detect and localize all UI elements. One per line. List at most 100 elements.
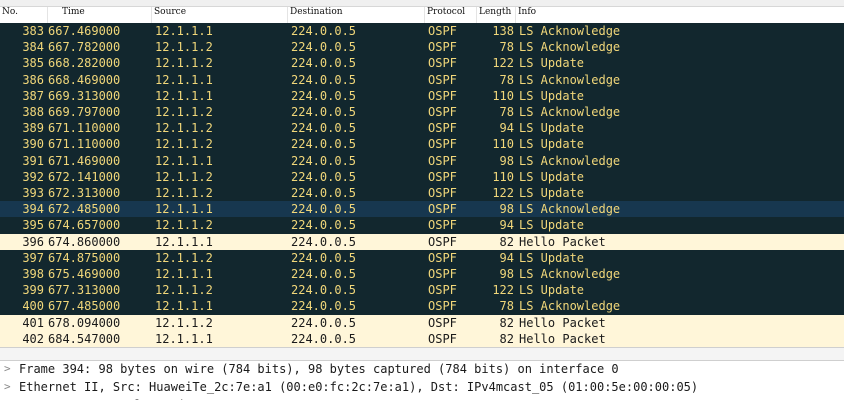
packet-no: 383 bbox=[22, 24, 44, 38]
packet-no: 394 bbox=[22, 202, 44, 217]
packet-protocol: OSPF bbox=[428, 218, 457, 233]
packet-info: LS Update bbox=[519, 88, 585, 103]
packet-length: 78 bbox=[499, 40, 514, 55]
packet-info: LS Acknowledge bbox=[519, 72, 621, 87]
packet-time: 677.485000 bbox=[48, 299, 121, 314]
packet-row[interactable]: 399 677.313000 12.1.1.2 224.0.0.5 OSPF 122 LS … bbox=[0, 282, 844, 299]
packet-protocol: OSPF bbox=[428, 137, 457, 152]
packet-time: 672.313000 bbox=[48, 186, 121, 200]
packet-protocol: OSPF bbox=[428, 283, 457, 298]
packet-row[interactable]: 400 677.485000 12.1.1.1 224.0.0.5 OSPF 78 LS A… bbox=[0, 298, 844, 315]
packet-source: 12.1.1.2 bbox=[155, 105, 213, 119]
packet-row[interactable]: 391 671.469000 12.1.1.1 224.0.0.5 OSPF 98 LS A… bbox=[0, 152, 844, 169]
packet-no: 385 bbox=[22, 56, 44, 71]
packet-protocol: OSPF bbox=[428, 105, 457, 119]
packet-row[interactable]: 396 674.860000 12.1.1.1 224.0.0.5 OSPF 82 Hell… bbox=[0, 233, 844, 250]
packet-source: 12.1.1.1 bbox=[155, 202, 213, 217]
packet-row[interactable]: 393 672.313000 12.1.1.2 224.0.0.5 OSPF 122 LS … bbox=[0, 185, 844, 202]
packet-time: 674.860000 bbox=[48, 234, 121, 249]
packet-time: 667.782000 bbox=[48, 40, 121, 55]
packet-info: LS Acknowledge bbox=[519, 153, 621, 168]
detail-tree-item[interactable]: > Ethernet II, Src: HuaweiTe_2c:7e:a1 (00… bbox=[0, 379, 844, 395]
packet-time: 668.282000 bbox=[48, 56, 121, 71]
packet-destination: 224.0.0.5 bbox=[291, 250, 357, 265]
packet-source: 12.1.1.1 bbox=[155, 331, 213, 346]
packet-row[interactable]: 395 674.657000 12.1.1.2 224.0.0.5 OSPF 94 LS U… bbox=[0, 217, 844, 234]
packet-source: 12.1.1.2 bbox=[155, 315, 213, 330]
packet-row[interactable]: 398 675.469000 12.1.1.1 224.0.0.5 OSPF 98 LS A… bbox=[0, 266, 844, 283]
detail-tree-item[interactable]: > Frame 394: 98 bytes on wire (784 bits),… bbox=[0, 361, 844, 377]
column-header-source[interactable]: Source bbox=[152, 7, 288, 23]
packet-info: LS Update bbox=[519, 218, 585, 233]
packet-row[interactable]: 386 668.469000 12.1.1.1 224.0.0.5 OSPF 78 LS A… bbox=[0, 71, 844, 88]
packet-info: Hello Packet bbox=[519, 331, 606, 346]
packet-destination: 224.0.0.5 bbox=[291, 218, 357, 233]
packet-length: 94 bbox=[499, 218, 514, 233]
packet-info: LS Update bbox=[519, 250, 585, 265]
packet-info: LS Update bbox=[519, 283, 585, 298]
filter-toolbar-strip bbox=[0, 0, 844, 7]
packet-row[interactable]: 388 669.797000 12.1.1.2 224.0.0.5 OSPF 78 LS A… bbox=[0, 104, 844, 121]
packet-row[interactable]: 392 672.141000 12.1.1.2 224.0.0.5 OSPF 110 LS … bbox=[0, 168, 844, 185]
packet-time: 669.797000 bbox=[48, 105, 121, 119]
packet-source: 12.1.1.1 bbox=[155, 153, 213, 168]
packet-destination: 224.0.0.5 bbox=[291, 315, 357, 330]
packet-row[interactable]: 390 671.110000 12.1.1.2 224.0.0.5 OSPF 110 LS … bbox=[0, 136, 844, 153]
packet-destination: 224.0.0.5 bbox=[291, 331, 357, 346]
packet-destination: 224.0.0.5 bbox=[291, 283, 357, 298]
packet-protocol: OSPF bbox=[428, 121, 457, 136]
packet-source: 12.1.1.2 bbox=[155, 283, 213, 298]
column-header-protocol[interactable]: Protocol bbox=[425, 7, 477, 23]
column-header-time[interactable]: Time bbox=[60, 7, 152, 23]
packet-source: 12.1.1.2 bbox=[155, 56, 213, 71]
packet-info: LS Update bbox=[519, 121, 585, 136]
packet-length: 82 bbox=[499, 234, 514, 249]
packet-row[interactable]: 387 669.313000 12.1.1.1 224.0.0.5 OSPF 110 LS … bbox=[0, 87, 844, 104]
packet-destination: 224.0.0.5 bbox=[291, 202, 357, 217]
packet-row[interactable]: 402 684.547000 12.1.1.1 224.0.0.5 OSPF 82 Hell… bbox=[0, 330, 844, 347]
packet-row[interactable]: 389 671.110000 12.1.1.2 224.0.0.5 OSPF 94 LS U… bbox=[0, 120, 844, 137]
packet-time: 674.657000 bbox=[48, 218, 121, 233]
packet-row[interactable]: 383 667.469000 12.1.1.1 224.0.0.5 OSPF 138 LS … bbox=[0, 23, 844, 40]
packet-source: 12.1.1.2 bbox=[155, 137, 213, 152]
packet-info: LS Acknowledge bbox=[519, 105, 621, 119]
packet-length: 110 bbox=[492, 137, 514, 152]
packet-info: LS Acknowledge bbox=[519, 24, 621, 38]
packet-row[interactable]: 401 678.094000 12.1.1.2 224.0.0.5 OSPF 82 Hell… bbox=[0, 314, 844, 331]
detail-text: Frame 394: 98 bytes on wire (784 bits), … bbox=[19, 362, 619, 376]
packet-no: 386 bbox=[22, 72, 44, 87]
chevron-right-icon[interactable]: > bbox=[4, 361, 11, 377]
packet-destination: 224.0.0.5 bbox=[291, 56, 357, 71]
chevron-right-icon[interactable]: > bbox=[4, 379, 11, 395]
packet-protocol: OSPF bbox=[428, 202, 457, 217]
column-header-destination[interactable]: Destination bbox=[288, 7, 425, 23]
packet-destination: 224.0.0.5 bbox=[291, 137, 357, 152]
packet-list: 383 667.469000 12.1.1.1 224.0.0.5 OSPF 138 LS … bbox=[0, 23, 844, 347]
pane-splitter[interactable] bbox=[0, 347, 844, 361]
packet-time: 674.875000 bbox=[48, 250, 121, 265]
packet-protocol: OSPF bbox=[428, 24, 457, 38]
packet-no: 402 bbox=[22, 331, 44, 346]
packet-time: 675.469000 bbox=[48, 267, 121, 281]
packet-row[interactable]: 397 674.875000 12.1.1.2 224.0.0.5 OSPF 94 LS U… bbox=[0, 249, 844, 266]
packet-no: 393 bbox=[22, 186, 44, 200]
packet-row[interactable]: 385 668.282000 12.1.1.2 224.0.0.5 OSPF 122 LS … bbox=[0, 55, 844, 72]
column-header-length[interactable]: Length bbox=[477, 7, 516, 23]
packet-info: LS Update bbox=[519, 169, 585, 184]
packet-row[interactable]: 384 667.782000 12.1.1.2 224.0.0.5 OSPF 78 LS A… bbox=[0, 39, 844, 56]
packet-destination: 224.0.0.5 bbox=[291, 40, 357, 55]
column-header-no[interactable]: No. bbox=[0, 7, 48, 23]
packet-info: LS Update bbox=[519, 56, 585, 71]
packet-no: 398 bbox=[22, 267, 44, 281]
packet-row[interactable]: 394 672.485000 12.1.1.1 224.0.0.5 OSPF 98 LS A… bbox=[0, 201, 844, 218]
packet-no: 387 bbox=[22, 88, 44, 103]
column-header-info[interactable]: Info bbox=[516, 7, 844, 23]
packet-destination: 224.0.0.5 bbox=[291, 153, 357, 168]
packet-info: LS Update bbox=[519, 186, 585, 200]
packet-source: 12.1.1.2 bbox=[155, 218, 213, 233]
packet-info: LS Acknowledge bbox=[519, 299, 621, 314]
packet-no: 389 bbox=[22, 121, 44, 136]
packet-destination: 224.0.0.5 bbox=[291, 72, 357, 87]
packet-info: LS Acknowledge bbox=[519, 202, 621, 217]
packet-length: 110 bbox=[492, 169, 514, 184]
